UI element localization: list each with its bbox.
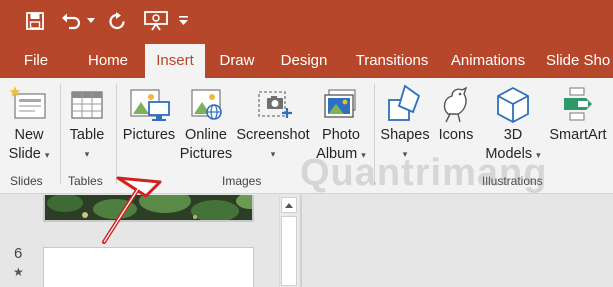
new-slide-label-1: New [14,127,44,143]
undo-dropdown[interactable] [84,6,98,36]
slide-thumbnail-previous[interactable] [43,195,254,222]
redo-button[interactable] [106,6,128,36]
icons-label: Icons [438,127,474,143]
customize-icon [178,16,188,25]
screenshot-label: Screenshot [236,127,310,143]
tab-file[interactable]: File [12,44,60,78]
photo-album-label-1: Photo [322,127,360,143]
shapes-label: Shapes [380,127,430,143]
tab-slide-show[interactable]: Slide Sho [546,44,613,78]
group-label-tables: Tables [68,174,103,188]
tab-animations[interactable]: Animations [446,44,530,78]
ribbon-tabs: File Home Insert Draw Design Transitions… [0,44,613,79]
tab-draw[interactable]: Draw [212,44,262,78]
chevron-down-icon: ▾ [84,149,90,159]
online-pictures-button[interactable]: Online Pictures [178,84,234,164]
table-icon [71,91,103,119]
save-icon [26,12,44,30]
pictures-icon [130,89,170,121]
chevron-down-icon: ▾ [44,150,50,160]
tab-transitions[interactable]: Transitions [348,44,436,78]
slide-thumbnail-6[interactable] [43,247,254,287]
group-separator [116,84,117,184]
redo-icon [109,12,125,30]
new-slide-icon [9,86,46,119]
slide-number: 6 [14,245,23,262]
leaves-image [45,195,252,220]
smartart-label: SmartArt [549,127,607,143]
new-slide-label-2: Slide ▾ [9,145,50,165]
undo-icon [62,13,81,30]
tab-home[interactable]: Home [80,44,136,78]
online-pictures-icon [191,89,222,120]
3d-models-label-1: 3D [503,127,523,143]
table-button[interactable]: Table ▾ [64,84,110,164]
shapes-icon [388,84,421,121]
customize-qat-button[interactable] [176,6,190,36]
pictures-label: Pictures [122,127,176,143]
slide-editing-area[interactable] [302,195,613,287]
undo-button[interactable] [60,6,82,36]
group-label-images: Images [222,174,262,188]
transition-star-icon: ★ [13,265,24,279]
tab-design[interactable]: Design [274,44,334,78]
group-separator [60,84,61,184]
online-pictures-label-1: Online [185,127,227,143]
photo-album-icon [324,89,356,118]
tab-insert[interactable]: Insert [145,44,205,79]
scroll-thumb[interactable] [281,216,297,286]
save-button[interactable] [22,6,48,36]
scroll-up-button[interactable] [281,197,297,213]
new-slide-button[interactable]: New Slide ▾ [4,84,54,165]
chevron-up-icon [285,202,293,208]
new-slide-label-2-text: Slide [8,146,41,162]
screenshot-icon [258,91,292,118]
start-slideshow-button[interactable] [142,6,170,36]
cube-icon [497,86,529,124]
icons-icon [443,86,468,123]
smartart-button[interactable]: SmartArt [545,84,611,145]
group-label-slides: Slides [10,174,43,188]
chevron-down-icon [87,18,95,23]
present-from-beginning-icon [144,11,168,31]
chevron-down-icon: ▾ [270,149,276,159]
title-bar [0,0,613,44]
table-label: Table [69,127,105,143]
online-pictures-label-2: Pictures [179,146,233,162]
icons-button[interactable]: Icons [434,84,478,145]
pictures-button[interactable]: Pictures [120,84,178,145]
smartart-icon [564,87,592,121]
watermark: Quantrimang [300,152,548,194]
